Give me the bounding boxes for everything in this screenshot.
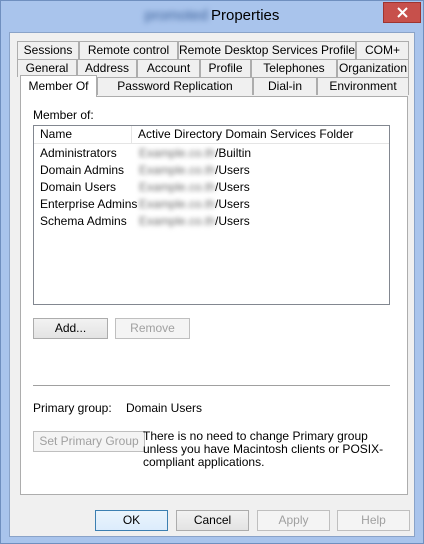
tab-telephones[interactable]: Telephones <box>251 59 337 77</box>
list-row[interactable]: Domain Users Example.co.th/Users <box>34 179 389 196</box>
primary-group-label: Primary group: <box>33 401 112 415</box>
list-row[interactable]: Administrators Example.co.th/Builtin <box>34 145 389 162</box>
folder-domain-blurred: Example.co.th <box>139 146 216 160</box>
group-folder: Example.co.th/Users <box>139 196 250 213</box>
close-icon <box>396 7 408 18</box>
tab-remote-control[interactable]: Remote control <box>79 41 178 59</box>
tab-sessions[interactable]: Sessions <box>17 41 79 59</box>
apply-button[interactable]: Apply <box>257 510 330 531</box>
set-primary-group-button[interactable]: Set Primary Group <box>33 431 145 452</box>
folder-domain-blurred: Example.co.th <box>139 163 216 177</box>
group-folder: Example.co.th/Users <box>139 213 250 230</box>
group-folder: Example.co.th/Users <box>139 162 250 179</box>
tab-environment[interactable]: Environment <box>317 77 409 95</box>
member-of-panel: Member of: Name Active Directory Domain … <box>20 96 408 495</box>
folder-path: /Users <box>215 180 250 194</box>
ok-button[interactable]: OK <box>95 510 168 531</box>
folder-domain-blurred: Example.co.th <box>139 214 216 228</box>
primary-group-note: There is no need to change Primary group… <box>143 429 384 469</box>
tab-member-of[interactable]: Member Of <box>20 75 97 97</box>
close-button[interactable] <box>383 2 421 23</box>
folder-domain-blurred: Example.co.th <box>139 197 216 211</box>
cancel-button[interactable]: Cancel <box>176 510 249 531</box>
list-row[interactable]: Enterprise Admins Example.co.th/Users <box>34 196 389 213</box>
window-title: promoted Properties <box>1 7 423 24</box>
column-header-name[interactable]: Name <box>34 126 131 144</box>
list-row[interactable]: Domain Admins Example.co.th/Users <box>34 162 389 179</box>
list-header: Name Active Directory Domain Services Fo… <box>34 126 389 144</box>
tab-account[interactable]: Account <box>137 59 200 77</box>
window-title-text: Properties <box>211 7 280 24</box>
tab-organization[interactable]: Organization <box>337 59 409 77</box>
group-name: Domain Admins <box>40 163 125 177</box>
help-button[interactable]: Help <box>337 510 410 531</box>
separator <box>33 385 390 386</box>
folder-path: /Users <box>215 197 250 211</box>
tab-com-plus[interactable]: COM+ <box>356 41 409 59</box>
tab-password-replication[interactable]: Password Replication <box>97 77 253 95</box>
window-title-blurred: promoted <box>144 7 208 24</box>
tab-remote-desktop-services-profile[interactable]: Remote Desktop Services Profile <box>178 41 356 59</box>
group-folder: Example.co.th/Builtin <box>139 145 251 162</box>
member-of-label: Member of: <box>33 108 94 122</box>
primary-group-value: Domain Users <box>126 401 203 415</box>
member-of-list[interactable]: Name Active Directory Domain Services Fo… <box>33 125 390 305</box>
folder-path: /Users <box>215 214 250 228</box>
folder-path: /Builtin <box>215 146 252 160</box>
tab-profile[interactable]: Profile <box>200 59 251 77</box>
remove-button[interactable]: Remove <box>115 318 190 339</box>
group-name: Administrators <box>40 146 117 160</box>
folder-domain-blurred: Example.co.th <box>139 180 216 194</box>
tab-dial-in[interactable]: Dial-in <box>253 77 317 95</box>
title-bar[interactable]: promoted Properties <box>1 1 423 33</box>
add-button[interactable]: Add... <box>33 318 108 339</box>
group-folder: Example.co.th/Users <box>139 179 250 196</box>
group-name: Enterprise Admins <box>40 197 138 211</box>
group-name: Schema Admins <box>40 214 127 228</box>
list-row[interactable]: Schema Admins Example.co.th/Users <box>34 213 389 230</box>
properties-window: promoted Properties Sessions Remote contr… <box>0 0 424 544</box>
dialog-client-area: Sessions Remote control Remote Desktop S… <box>9 32 415 537</box>
group-name: Domain Users <box>40 180 117 194</box>
folder-path: /Users <box>215 163 250 177</box>
column-header-folder[interactable]: Active Directory Domain Services Folder <box>131 126 389 144</box>
